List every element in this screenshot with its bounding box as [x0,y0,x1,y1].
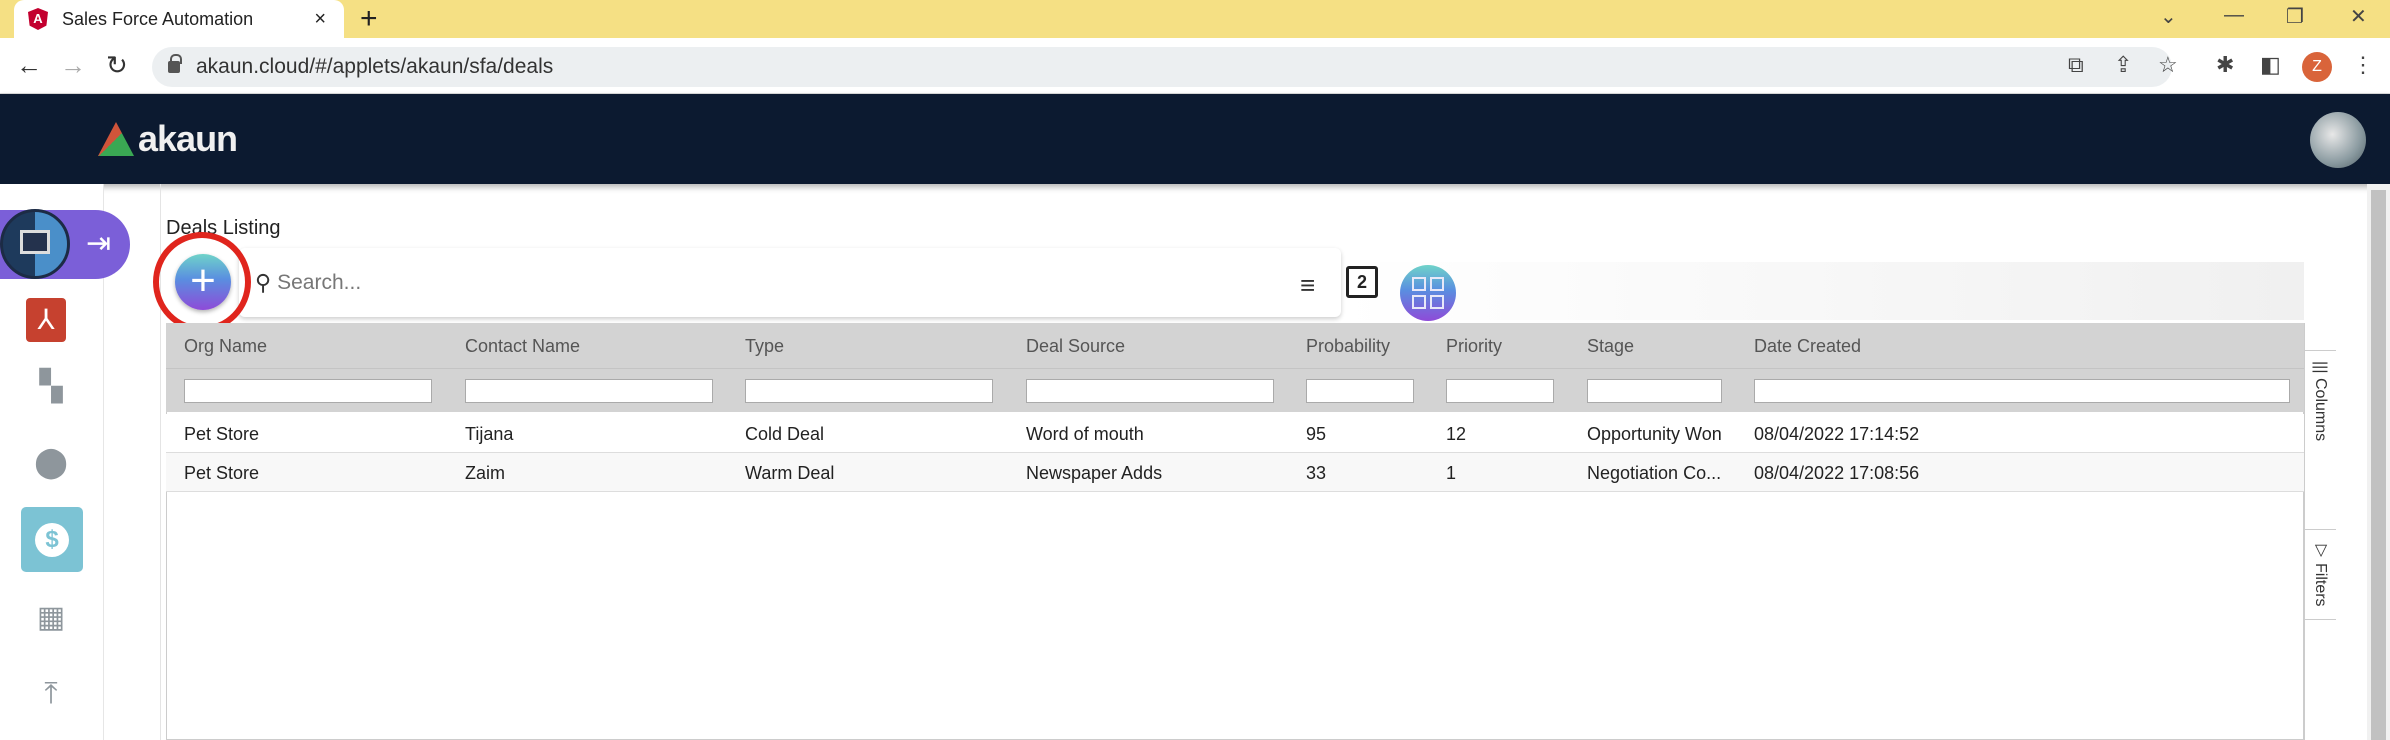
copy-icon[interactable]: 2 [1346,266,1378,298]
translate-icon[interactable]: ⧉ [2068,52,2084,78]
highlight-circle [153,232,251,332]
columns-tab[interactable]: ||| Columns [2304,350,2336,530]
extensions-icon[interactable]: ✱ [2216,52,2234,78]
filter-probability[interactable] [1306,379,1414,403]
logo-text: akaun [138,118,238,159]
minimize-button[interactable]: — [2224,4,2244,27]
reload-icon[interactable]: ↻ [106,50,128,81]
column-header-probability[interactable]: Probability [1306,336,1390,357]
sidebar-item-deals[interactable]: $ [21,507,83,572]
sfa-app-icon[interactable] [0,209,70,279]
bookmark-star-icon[interactable]: ☆ [2158,52,2178,78]
column-header-stage[interactable]: Stage [1587,336,1634,357]
cell-priority: 1 [1446,463,1457,483]
side-panel-icon[interactable]: ◧ [2260,52,2281,78]
column-header-deal-source[interactable]: Deal Source [1026,336,1125,357]
columns-icon: ||| [2312,361,2329,374]
organization-icon[interactable]: ▦ [26,592,76,642]
toolbar-background [1341,262,2304,320]
search-input[interactable] [277,270,1178,295]
columns-tab-label: Columns [2312,377,2329,442]
dashboard-icon[interactable]: ▚ [26,361,76,411]
dollar-icon: $ [35,522,69,557]
tab-search-icon[interactable]: ⌄ [2160,4,2177,29]
cell-date-created: 08/04/2022 17:14:52 [1754,424,1920,444]
forward-icon[interactable]: → [60,50,86,81]
filter-date-created[interactable] [1754,379,2290,403]
filter-org-name[interactable] [184,379,432,403]
menu-kebab-icon[interactable]: ⋮ [2352,52,2374,78]
column-header-priority[interactable]: Priority [1446,336,1502,357]
filter-priority[interactable] [1446,379,1554,403]
browser-tab[interactable]: A Sales Force Automation × [14,0,344,38]
new-tab-button[interactable]: + [360,2,378,36]
filter-stage[interactable] [1587,379,1722,403]
search-icon: ⚲ [255,269,272,295]
cell-type: Warm Deal [745,463,835,483]
akaun-logo-icon [98,122,134,156]
cell-org-name: Pet Store [184,463,260,483]
upload-icon[interactable]: ⤒ [26,669,76,719]
grid-view-button[interactable] [1400,265,1456,321]
cell-date-created: 08/04/2022 17:08:56 [1754,463,1920,483]
scrollbar-thumb[interactable] [2371,190,2386,740]
browser-tab-bar [0,0,2390,38]
cell-stage: Negotiation Co... [1587,463,1722,483]
filter-deal-source[interactable] [1026,379,1274,403]
address-bar[interactable]: akaun.cloud/#/applets/akaun/sfa/deals [152,47,2172,87]
restore-button[interactable]: ❐ [2286,4,2304,29]
column-header-contact-name[interactable]: Contact Name [465,336,580,357]
back-icon[interactable]: ← [16,50,42,81]
filter-icon[interactable]: ≡ [1300,270,1315,301]
akaun-logo[interactable]: akaun [98,118,238,160]
share-icon[interactable]: ⇪ [2114,52,2132,78]
tab-close-icon[interactable]: × [314,8,326,31]
app-header [0,94,2390,184]
filter-funnel-icon: ▽ [2311,540,2329,559]
filters-tab[interactable]: ▽ Filters [2304,530,2336,620]
contacts-icon[interactable]: ⬤ [26,437,76,487]
user-avatar[interactable] [2310,112,2366,168]
cell-contact-name: Tijana [465,424,514,444]
search-box[interactable]: ⚲ [239,248,1341,317]
cell-deal-source: Newspaper Adds [1026,463,1163,483]
angular-favicon-icon: A [28,8,48,30]
cell-probability: 33 [1306,463,1327,483]
tab-title: Sales Force Automation [62,8,254,29]
cell-deal-source: Word of mouth [1026,424,1144,444]
column-header-type[interactable]: Type [745,336,784,357]
filters-tab-label: Filters [2312,563,2329,608]
cell-contact-name: Zaim [465,463,505,483]
cell-priority: 12 [1446,424,1467,444]
column-header-org-name[interactable]: Org Name [184,336,267,357]
cell-org-name: Pet Store [184,424,260,444]
acrobat-icon[interactable]: ⅄ [26,298,66,342]
lock-icon [168,54,182,73]
cell-type: Cold Deal [745,424,825,444]
profile-avatar[interactable]: Z [2302,52,2332,82]
filter-contact-name[interactable] [465,379,713,403]
filter-type[interactable] [745,379,993,403]
enter-applet-icon[interactable]: ⇥ [86,226,111,261]
cell-probability: 95 [1306,424,1327,444]
cell-stage: Opportunity Won [1587,424,1722,444]
url-text: akaun.cloud/#/applets/akaun/sfa/deals [196,55,554,78]
close-window-button[interactable]: ✕ [2350,4,2367,29]
column-header-date-created[interactable]: Date Created [1754,336,1861,357]
